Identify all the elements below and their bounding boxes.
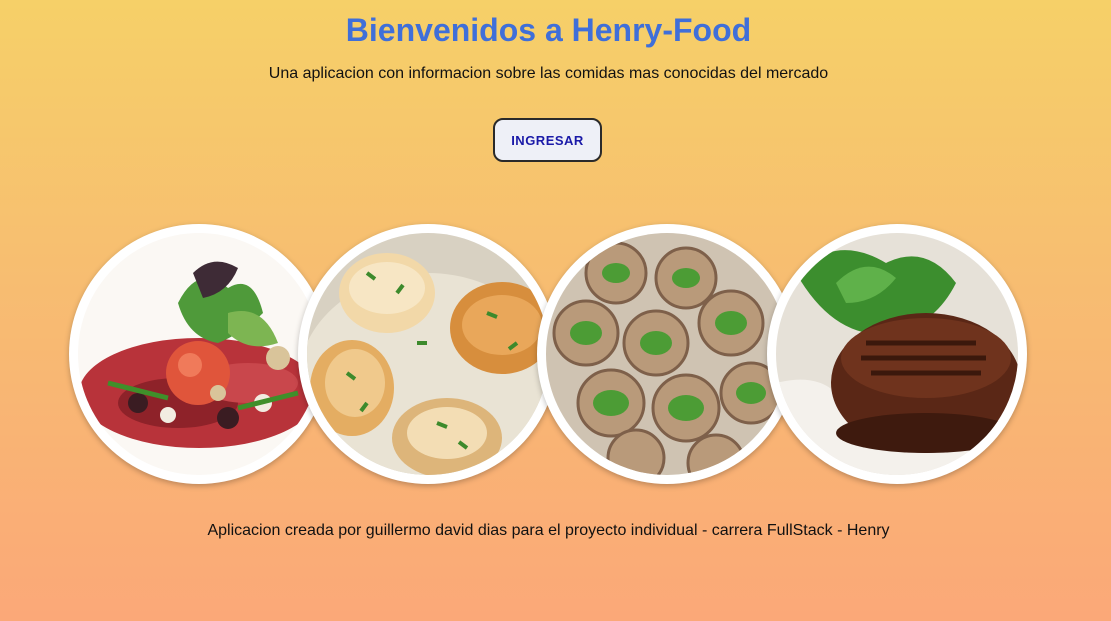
enter-button[interactable]: INGRESAR	[493, 118, 602, 162]
page-title: Bienvenidos a Henry-Food	[345, 12, 752, 48]
dish-image-scallops	[298, 224, 558, 484]
dish-image-carpaccio	[69, 224, 329, 484]
dish-image-steak	[767, 224, 1027, 484]
footer-credit: Aplicacion creada por guillermo david di…	[207, 522, 890, 539]
dish-image-escargots	[537, 224, 797, 484]
page-subtitle: Una aplicacion con informacion sobre las…	[268, 65, 829, 82]
